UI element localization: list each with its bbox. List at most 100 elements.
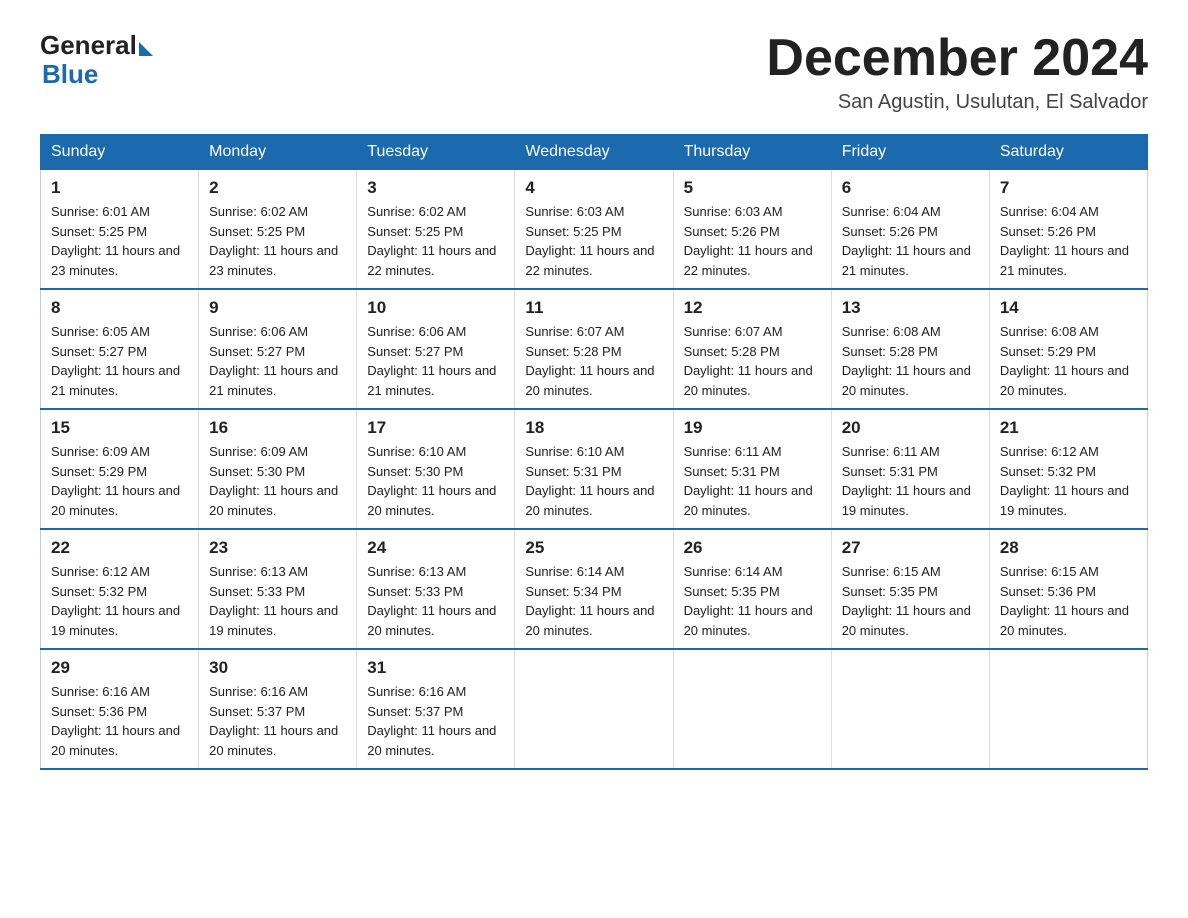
day-number: 19	[684, 418, 821, 438]
calendar-cell: 3 Sunrise: 6:02 AMSunset: 5:25 PMDayligh…	[357, 170, 515, 290]
header-tuesday: Tuesday	[357, 135, 515, 170]
day-number: 31	[367, 658, 504, 678]
day-info: Sunrise: 6:09 AMSunset: 5:29 PMDaylight:…	[51, 442, 188, 520]
day-number: 26	[684, 538, 821, 558]
calendar-cell: 24 Sunrise: 6:13 AMSunset: 5:33 PMDaylig…	[357, 529, 515, 649]
day-number: 7	[1000, 178, 1137, 198]
day-info: Sunrise: 6:16 AMSunset: 5:37 PMDaylight:…	[209, 682, 346, 760]
day-number: 4	[525, 178, 662, 198]
day-info: Sunrise: 6:14 AMSunset: 5:34 PMDaylight:…	[525, 562, 662, 640]
logo-blue-text: Blue	[42, 59, 98, 90]
day-info: Sunrise: 6:10 AMSunset: 5:31 PMDaylight:…	[525, 442, 662, 520]
day-number: 20	[842, 418, 979, 438]
day-info: Sunrise: 6:04 AMSunset: 5:26 PMDaylight:…	[842, 202, 979, 280]
day-number: 5	[684, 178, 821, 198]
calendar-cell: 4 Sunrise: 6:03 AMSunset: 5:25 PMDayligh…	[515, 170, 673, 290]
day-number: 17	[367, 418, 504, 438]
day-info: Sunrise: 6:06 AMSunset: 5:27 PMDaylight:…	[367, 322, 504, 400]
logo-general-text: General	[40, 30, 137, 61]
calendar-cell	[989, 649, 1147, 769]
calendar-week-row: 8 Sunrise: 6:05 AMSunset: 5:27 PMDayligh…	[41, 289, 1148, 409]
day-info: Sunrise: 6:11 AMSunset: 5:31 PMDaylight:…	[842, 442, 979, 520]
day-number: 22	[51, 538, 188, 558]
day-info: Sunrise: 6:06 AMSunset: 5:27 PMDaylight:…	[209, 322, 346, 400]
header-monday: Monday	[199, 135, 357, 170]
calendar-cell: 1 Sunrise: 6:01 AMSunset: 5:25 PMDayligh…	[41, 170, 199, 290]
title-section: December 2024 San Agustin, Usulutan, El …	[766, 30, 1148, 114]
day-info: Sunrise: 6:13 AMSunset: 5:33 PMDaylight:…	[367, 562, 504, 640]
calendar-week-row: 22 Sunrise: 6:12 AMSunset: 5:32 PMDaylig…	[41, 529, 1148, 649]
day-info: Sunrise: 6:07 AMSunset: 5:28 PMDaylight:…	[525, 322, 662, 400]
calendar-cell: 20 Sunrise: 6:11 AMSunset: 5:31 PMDaylig…	[831, 409, 989, 529]
calendar-cell: 13 Sunrise: 6:08 AMSunset: 5:28 PMDaylig…	[831, 289, 989, 409]
calendar-cell: 5 Sunrise: 6:03 AMSunset: 5:26 PMDayligh…	[673, 170, 831, 290]
calendar-cell	[515, 649, 673, 769]
calendar-cell: 2 Sunrise: 6:02 AMSunset: 5:25 PMDayligh…	[199, 170, 357, 290]
day-number: 13	[842, 298, 979, 318]
header-sunday: Sunday	[41, 135, 199, 170]
day-number: 10	[367, 298, 504, 318]
day-info: Sunrise: 6:05 AMSunset: 5:27 PMDaylight:…	[51, 322, 188, 400]
logo-arrow-icon	[139, 42, 153, 56]
calendar-cell: 18 Sunrise: 6:10 AMSunset: 5:31 PMDaylig…	[515, 409, 673, 529]
day-number: 6	[842, 178, 979, 198]
calendar-week-row: 29 Sunrise: 6:16 AMSunset: 5:36 PMDaylig…	[41, 649, 1148, 769]
day-number: 24	[367, 538, 504, 558]
header-wednesday: Wednesday	[515, 135, 673, 170]
day-info: Sunrise: 6:12 AMSunset: 5:32 PMDaylight:…	[51, 562, 188, 640]
day-number: 15	[51, 418, 188, 438]
calendar-cell: 15 Sunrise: 6:09 AMSunset: 5:29 PMDaylig…	[41, 409, 199, 529]
day-number: 28	[1000, 538, 1137, 558]
calendar-cell: 25 Sunrise: 6:14 AMSunset: 5:34 PMDaylig…	[515, 529, 673, 649]
day-number: 1	[51, 178, 188, 198]
day-number: 8	[51, 298, 188, 318]
calendar-cell: 23 Sunrise: 6:13 AMSunset: 5:33 PMDaylig…	[199, 529, 357, 649]
calendar-cell: 14 Sunrise: 6:08 AMSunset: 5:29 PMDaylig…	[989, 289, 1147, 409]
day-number: 30	[209, 658, 346, 678]
day-info: Sunrise: 6:15 AMSunset: 5:36 PMDaylight:…	[1000, 562, 1137, 640]
day-info: Sunrise: 6:15 AMSunset: 5:35 PMDaylight:…	[842, 562, 979, 640]
calendar-table: SundayMondayTuesdayWednesdayThursdayFrid…	[40, 134, 1148, 770]
calendar-cell: 21 Sunrise: 6:12 AMSunset: 5:32 PMDaylig…	[989, 409, 1147, 529]
calendar-cell: 22 Sunrise: 6:12 AMSunset: 5:32 PMDaylig…	[41, 529, 199, 649]
calendar-cell	[831, 649, 989, 769]
calendar-cell	[673, 649, 831, 769]
day-number: 14	[1000, 298, 1137, 318]
day-info: Sunrise: 6:13 AMSunset: 5:33 PMDaylight:…	[209, 562, 346, 640]
day-number: 18	[525, 418, 662, 438]
day-info: Sunrise: 6:08 AMSunset: 5:29 PMDaylight:…	[1000, 322, 1137, 400]
day-number: 23	[209, 538, 346, 558]
day-info: Sunrise: 6:14 AMSunset: 5:35 PMDaylight:…	[684, 562, 821, 640]
day-number: 2	[209, 178, 346, 198]
day-number: 3	[367, 178, 504, 198]
header-saturday: Saturday	[989, 135, 1147, 170]
calendar-cell: 31 Sunrise: 6:16 AMSunset: 5:37 PMDaylig…	[357, 649, 515, 769]
day-info: Sunrise: 6:11 AMSunset: 5:31 PMDaylight:…	[684, 442, 821, 520]
header-friday: Friday	[831, 135, 989, 170]
page-header: General Blue December 2024 San Agustin, …	[40, 30, 1148, 114]
day-info: Sunrise: 6:01 AMSunset: 5:25 PMDaylight:…	[51, 202, 188, 280]
day-info: Sunrise: 6:07 AMSunset: 5:28 PMDaylight:…	[684, 322, 821, 400]
calendar-cell: 6 Sunrise: 6:04 AMSunset: 5:26 PMDayligh…	[831, 170, 989, 290]
day-number: 12	[684, 298, 821, 318]
calendar-cell: 9 Sunrise: 6:06 AMSunset: 5:27 PMDayligh…	[199, 289, 357, 409]
calendar-cell: 7 Sunrise: 6:04 AMSunset: 5:26 PMDayligh…	[989, 170, 1147, 290]
header-thursday: Thursday	[673, 135, 831, 170]
day-info: Sunrise: 6:12 AMSunset: 5:32 PMDaylight:…	[1000, 442, 1137, 520]
day-info: Sunrise: 6:04 AMSunset: 5:26 PMDaylight:…	[1000, 202, 1137, 280]
day-info: Sunrise: 6:03 AMSunset: 5:25 PMDaylight:…	[525, 202, 662, 280]
calendar-week-row: 1 Sunrise: 6:01 AMSunset: 5:25 PMDayligh…	[41, 170, 1148, 290]
calendar-cell: 12 Sunrise: 6:07 AMSunset: 5:28 PMDaylig…	[673, 289, 831, 409]
location-subtitle: San Agustin, Usulutan, El Salvador	[766, 91, 1148, 114]
calendar-cell: 26 Sunrise: 6:14 AMSunset: 5:35 PMDaylig…	[673, 529, 831, 649]
day-number: 29	[51, 658, 188, 678]
day-number: 11	[525, 298, 662, 318]
day-info: Sunrise: 6:10 AMSunset: 5:30 PMDaylight:…	[367, 442, 504, 520]
day-info: Sunrise: 6:16 AMSunset: 5:36 PMDaylight:…	[51, 682, 188, 760]
calendar-cell: 8 Sunrise: 6:05 AMSunset: 5:27 PMDayligh…	[41, 289, 199, 409]
day-number: 21	[1000, 418, 1137, 438]
day-info: Sunrise: 6:03 AMSunset: 5:26 PMDaylight:…	[684, 202, 821, 280]
logo: General Blue	[40, 30, 153, 90]
day-info: Sunrise: 6:02 AMSunset: 5:25 PMDaylight:…	[209, 202, 346, 280]
calendar-week-row: 15 Sunrise: 6:09 AMSunset: 5:29 PMDaylig…	[41, 409, 1148, 529]
